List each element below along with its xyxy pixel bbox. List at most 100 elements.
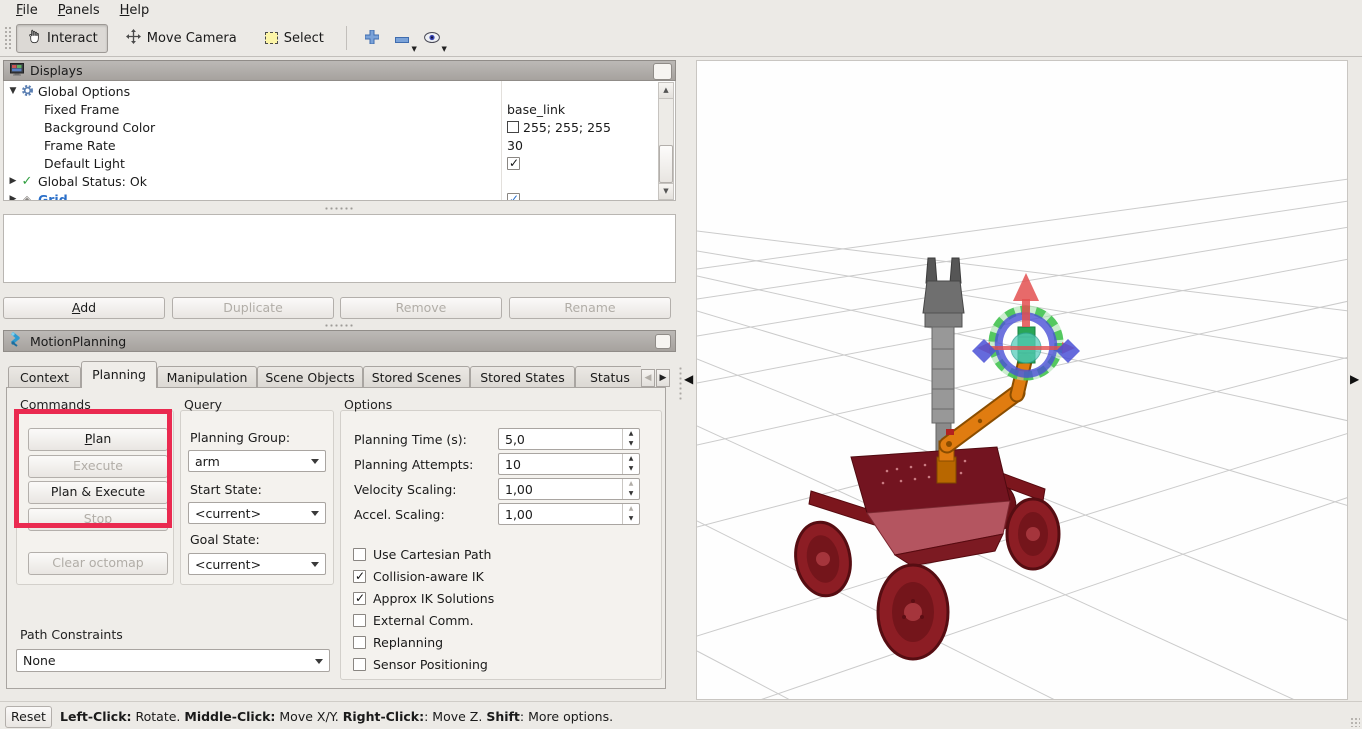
3d-viewport[interactable] (696, 60, 1348, 700)
execute-button[interactable]: Execute (28, 455, 168, 478)
gear-icon (19, 84, 35, 99)
default-light-checkbox[interactable] (507, 157, 520, 170)
goal-state-select[interactable]: <current> (188, 553, 326, 575)
tab-scroll-left-icon[interactable]: ◀ (641, 369, 655, 387)
scroll-up-icon[interactable]: ▲ (659, 83, 673, 99)
checkbox[interactable] (353, 614, 366, 627)
toolbar-drag-handle[interactable] (4, 26, 11, 50)
velocity-scaling-spinbox[interactable]: 1,00 ▲▼ (498, 478, 640, 500)
displays-scrollbar[interactable]: ▲ ▼ (658, 82, 674, 200)
tree-row-grid[interactable]: ▶ Grid (4, 190, 675, 201)
chevron-down-icon (311, 459, 319, 464)
menu-help[interactable]: Help (112, 2, 158, 19)
displays-panel-float-button[interactable] (653, 63, 672, 80)
accel-scaling-spinbox[interactable]: 1,00 ▲▼ (498, 503, 640, 525)
ground-grid (697, 179, 1348, 700)
accel-scaling-label: Accel. Scaling: (354, 507, 445, 522)
menu-file[interactable]: File (8, 2, 46, 19)
menu-bar: File Panels Help (0, 0, 1362, 20)
tree-row-global-options[interactable]: ▼ Global Options (4, 82, 675, 100)
tree-item-label: Default Light (44, 156, 125, 171)
spinner-arrows-icon[interactable]: ▲▼ (622, 454, 639, 474)
planning-group-select[interactable]: arm (188, 450, 326, 472)
camera-view-button[interactable]: ▼ (417, 24, 447, 52)
spinner-arrows-icon[interactable]: ▲▼ (622, 504, 639, 524)
rover-wheel (1007, 499, 1059, 569)
scrollbar-thumb[interactable] (659, 145, 673, 183)
checkbox[interactable] (353, 636, 366, 649)
displays-panel-header[interactable]: Displays (3, 60, 676, 81)
tree-item-label: Global Status: Ok (38, 174, 147, 189)
tree-item-label: Global Options (38, 84, 130, 99)
scroll-down-icon[interactable]: ▼ (659, 183, 673, 199)
path-constraints-select[interactable]: None (16, 649, 330, 672)
start-state-select[interactable]: <current> (188, 502, 326, 524)
velocity-scaling-label: Velocity Scaling: (354, 482, 457, 497)
stop-button[interactable]: Stop (28, 508, 168, 531)
select-tool-button[interactable]: Select (255, 26, 334, 51)
motionplanning-panel-title: MotionPlanning (30, 334, 126, 349)
plan-button[interactable]: Plan (28, 428, 168, 451)
remove-display-button[interactable]: Remove (340, 297, 502, 319)
duplicate-display-button[interactable]: Duplicate (172, 297, 334, 319)
tab-scene-objects[interactable]: Scene Objects (257, 366, 363, 388)
remove-tool-button[interactable]: ▼ (387, 24, 417, 52)
plus-icon (365, 30, 379, 47)
checkbox[interactable] (353, 548, 366, 561)
reset-button[interactable]: Reset (5, 706, 52, 728)
select-tool-label: Select (284, 31, 324, 46)
rename-display-button[interactable]: Rename (509, 297, 671, 319)
tab-scroll-right-icon[interactable]: ▶ (656, 369, 670, 387)
checkbox[interactable] (353, 592, 366, 605)
tree-row-global-status[interactable]: ▶ Global Status: Ok (4, 172, 675, 190)
rover-body[interactable] (790, 447, 1059, 659)
checkbox-label: Sensor Positioning (373, 657, 488, 672)
menu-panels[interactable]: Panels (50, 2, 108, 19)
fixed-frame-value[interactable]: base_link (507, 102, 565, 117)
view-splitter-handle[interactable] (678, 366, 683, 400)
motionplanning-panel-button[interactable] (655, 334, 671, 349)
tree-row-frame-rate[interactable]: Frame Rate 30 (4, 136, 675, 154)
planning-attempts-spinbox[interactable]: 10 ▲▼ (498, 453, 640, 475)
tree-row-fixed-frame[interactable]: Fixed Frame base_link (4, 100, 675, 118)
tab-manipulation[interactable]: Manipulation (157, 366, 257, 388)
tab-stored-states[interactable]: Stored States (470, 366, 575, 388)
checkbox[interactable] (353, 658, 366, 671)
add-tool-button[interactable] (357, 24, 387, 52)
add-display-button[interactable]: Add (3, 297, 165, 319)
resize-grip[interactable] (1350, 717, 1360, 727)
spinner-arrows-icon[interactable]: ▲▼ (622, 429, 639, 449)
planning-time-spinbox[interactable]: 5,0 ▲▼ (498, 428, 640, 450)
approx-ik-solutions-option[interactable]: Approx IK Solutions (353, 591, 494, 606)
sensor-positioning-option[interactable]: Sensor Positioning (353, 657, 488, 672)
splitter-handle[interactable] (324, 206, 354, 211)
replanning-option[interactable]: Replanning (353, 635, 443, 650)
checkbox[interactable] (353, 570, 366, 583)
background-color-value[interactable]: 255; 255; 255 (507, 120, 611, 135)
grid-enabled-checkbox[interactable] (507, 193, 520, 202)
interact-tool-button[interactable]: Interact (16, 24, 108, 53)
collision-aware-ik-option[interactable]: Collision-aware IK (353, 569, 484, 584)
tree-row-default-light[interactable]: Default Light (4, 154, 675, 172)
motionplanning-panel-header[interactable]: MotionPlanning (3, 330, 676, 352)
move-camera-tool-button[interactable]: Move Camera (116, 24, 247, 53)
tree-row-background-color[interactable]: Background Color 255; 255; 255 (4, 118, 675, 136)
tab-status[interactable]: Status (575, 366, 641, 388)
frame-rate-value[interactable]: 30 (507, 138, 523, 153)
spinner-arrows-icon[interactable]: ▲▼ (622, 479, 639, 499)
external-comm-option[interactable]: External Comm. (353, 613, 474, 628)
expander-open-icon[interactable]: ▼ (7, 86, 19, 96)
tab-planning[interactable]: Planning (81, 361, 157, 388)
rviz-window: File Panels Help Interact Move Camera Se… (0, 0, 1362, 729)
monitor-icon (10, 63, 24, 79)
plan-and-execute-button[interactable]: Plan & Execute (28, 481, 168, 504)
expander-closed-icon[interactable]: ▶ (7, 176, 19, 186)
collapse-right-arrow-icon[interactable]: ▶ (1350, 373, 1359, 385)
expander-closed-icon[interactable]: ▶ (7, 194, 19, 201)
tab-context[interactable]: Context (8, 366, 81, 388)
clear-octomap-button[interactable]: Clear octomap (28, 552, 168, 575)
splitter-handle[interactable] (324, 323, 354, 328)
tab-stored-scenes[interactable]: Stored Scenes (363, 366, 470, 388)
collapse-left-arrow-icon[interactable]: ◀ (684, 373, 693, 385)
use-cartesian-path-option[interactable]: Use Cartesian Path (353, 547, 491, 562)
